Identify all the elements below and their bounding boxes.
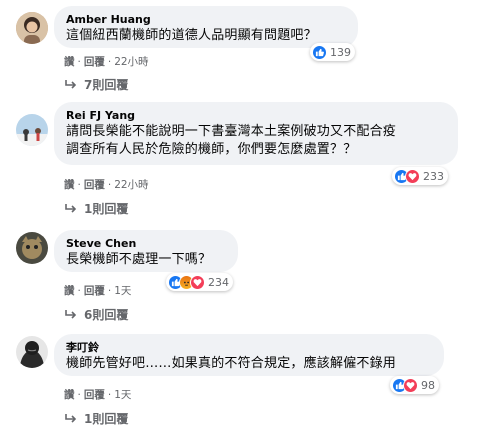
avatar[interactable] <box>16 12 48 44</box>
comment-bubble: Steve Chen 長榮機師不處理一下嗎？ <box>54 230 238 272</box>
view-replies-link[interactable]: 1則回覆 <box>64 410 128 427</box>
avatar-photo-icon <box>16 232 48 264</box>
reply-button[interactable]: 回覆 <box>84 179 105 191</box>
comment-bubble: Amber Huang 這個紐西蘭機師的道德人品明顯有問題吧？ <box>54 6 358 48</box>
comment-timestamp[interactable]: 22小時 <box>114 179 148 191</box>
reply-arrow-icon <box>65 203 77 213</box>
like-button[interactable]: 讚 <box>64 389 75 401</box>
view-replies-link[interactable]: 7則回覆 <box>64 76 128 93</box>
reply-button[interactable]: 回覆 <box>84 56 105 68</box>
reaction-summary[interactable]: 98 <box>390 376 439 394</box>
reaction-summary[interactable]: 234 <box>166 273 233 291</box>
reply-arrow-icon <box>65 309 77 319</box>
like-icon <box>312 44 327 60</box>
comment-text-line-1: 請問長榮能不能說明一下書臺灣本土案例破功又不配合疫 <box>66 124 397 139</box>
avatar-photo-icon <box>16 336 48 368</box>
comment-actions: 讚 · 回覆 · 1天 <box>64 285 132 297</box>
avatar[interactable] <box>16 114 48 146</box>
comment-bubble: Rei FJ Yang 請問長榮能不能說明一下書臺灣本土案例破功又不配合疫 調查… <box>54 102 458 165</box>
reaction-count: 139 <box>330 45 351 59</box>
avatar-photo-icon <box>16 12 48 44</box>
reply-arrow-icon <box>65 79 77 89</box>
avatar[interactable] <box>16 232 48 264</box>
avatar-photo-icon <box>16 114 48 146</box>
comment-timestamp[interactable]: 22小時 <box>114 56 148 68</box>
comment-author[interactable]: 李叮鈴 <box>66 341 432 355</box>
comment-text-line-2: 調查所有人民於危險的機師，你們要怎麼處置？？ <box>66 142 357 157</box>
comment-bubble: 李叮鈴 機師先管好吧……如果真的不符合規定，應該解僱不錄用 <box>54 334 444 376</box>
like-button[interactable]: 讚 <box>64 179 75 191</box>
comment-text: 這個紐西蘭機師的道德人品明顯有問題吧？ <box>66 28 317 43</box>
comment-actions: 讚 · 回覆 · 22小時 <box>64 179 149 191</box>
comment-actions: 讚 · 回覆 · 22小時 <box>64 56 149 68</box>
reply-button[interactable]: 回覆 <box>84 285 105 297</box>
reaction-count: 234 <box>208 275 229 289</box>
comment-actions: 讚 · 回覆 · 1天 <box>64 389 132 401</box>
reaction-count: 233 <box>423 169 444 183</box>
reply-arrow-icon <box>65 413 77 423</box>
love-icon <box>403 377 418 393</box>
view-replies-link[interactable]: 1則回覆 <box>64 200 128 217</box>
reply-button[interactable]: 回覆 <box>84 389 105 401</box>
love-icon <box>405 168 420 184</box>
like-button[interactable]: 讚 <box>64 56 75 68</box>
replies-count-label: 7則回覆 <box>84 78 129 92</box>
comment-timestamp[interactable]: 1天 <box>114 285 131 297</box>
love-icon <box>190 274 205 290</box>
reaction-summary[interactable]: 139 <box>310 43 355 61</box>
replies-count-label: 1則回覆 <box>84 202 129 216</box>
reaction-summary[interactable]: 233 <box>392 167 448 185</box>
comment-author[interactable]: Steve Chen <box>66 237 226 251</box>
comment-text: 機師先管好吧……如果真的不符合規定，應該解僱不錄用 <box>66 356 397 371</box>
avatar[interactable] <box>16 336 48 368</box>
comment-timestamp[interactable]: 1天 <box>114 389 131 401</box>
view-replies-link[interactable]: 6則回覆 <box>64 306 128 323</box>
comment-author[interactable]: Amber Huang <box>66 13 346 27</box>
comment-author[interactable]: Rei FJ Yang <box>66 109 446 123</box>
comment-text: 長榮機師不處理一下嗎？ <box>66 252 212 267</box>
like-button[interactable]: 讚 <box>64 285 75 297</box>
reaction-count: 98 <box>421 378 435 392</box>
replies-count-label: 6則回覆 <box>84 308 129 322</box>
replies-count-label: 1則回覆 <box>84 412 129 426</box>
